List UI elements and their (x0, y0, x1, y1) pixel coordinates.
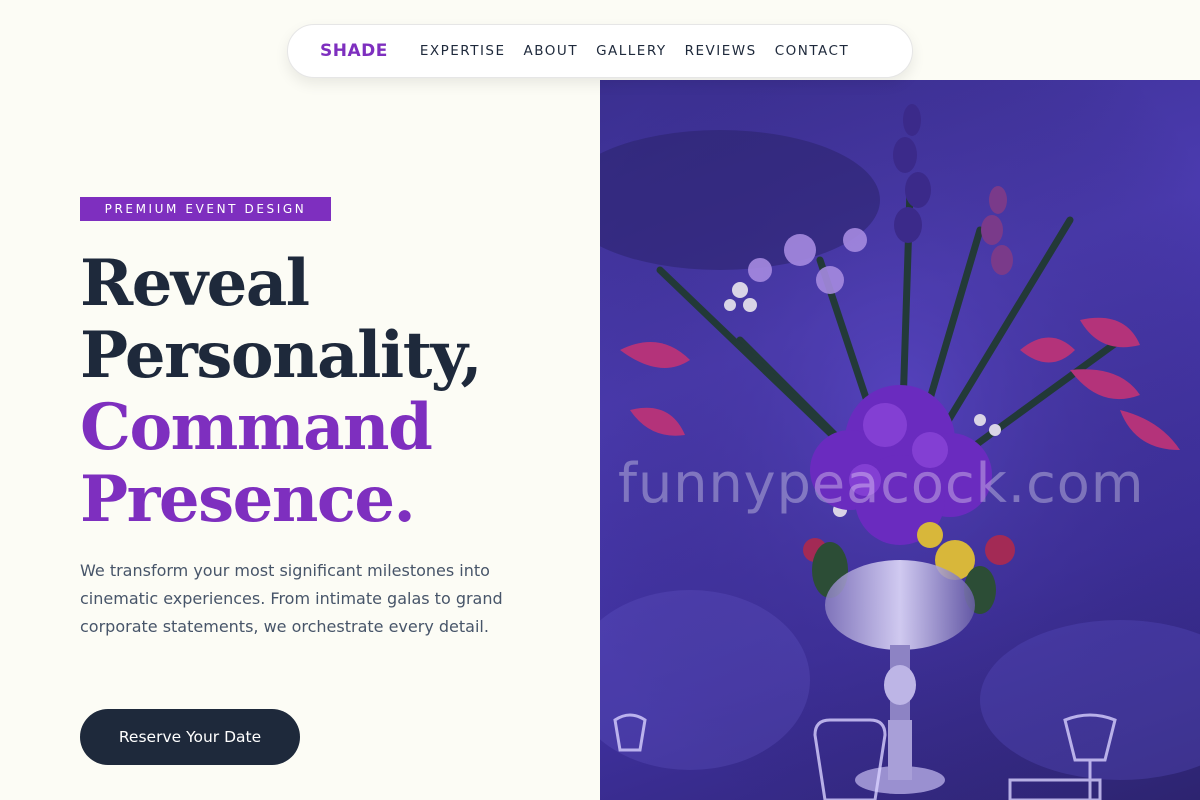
reserve-date-button[interactable]: Reserve Your Date (80, 709, 300, 765)
hero-image-floral-centerpiece: funnypeacock.com (600, 80, 1200, 800)
image-watermark: funnypeacock.com (618, 452, 1145, 515)
hero-description: We transform your most significant miles… (80, 561, 503, 636)
brand-logo[interactable]: SHADE (320, 41, 388, 61)
floral-centerpiece-illustration (600, 80, 1200, 800)
headline-line-1: Reveal (80, 246, 310, 321)
nav-link-expertise[interactable]: EXPERTISE (420, 43, 506, 59)
nav-link-contact[interactable]: CONTACT (775, 43, 850, 59)
top-navigation: SHADE EXPERTISE ABOUT GALLERY REVIEWS CO… (287, 24, 913, 78)
nav-link-gallery[interactable]: GALLERY (596, 43, 667, 59)
hero-badge: PREMIUM EVENT DESIGN (80, 197, 331, 221)
headline-line-2: Personality, (80, 318, 483, 393)
nav-link-about[interactable]: ABOUT (524, 43, 579, 59)
headline-line-4: Presence. (80, 462, 416, 537)
headline-line-3: Command (80, 390, 433, 465)
hero-headline: Reveal Personality, Command Presence. (80, 246, 483, 537)
nav-link-reviews[interactable]: REVIEWS (685, 43, 757, 59)
